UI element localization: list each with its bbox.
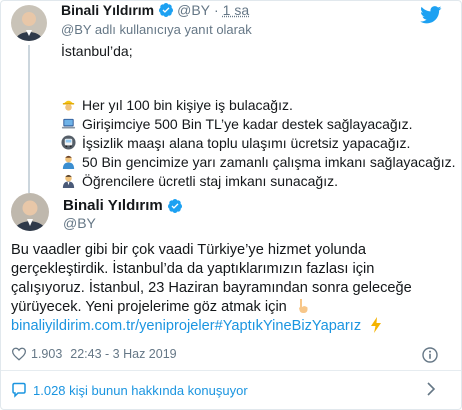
tweet-text-line: binaliyildirim.com.tr/yeniprojeler#Yaptı… [11, 317, 451, 336]
quoted-avatar[interactable] [11, 5, 47, 41]
reply-to-text: @BY adlı kullanıcıya yanıt olarak [61, 22, 252, 37]
quoted-line-4: 50 Bin gencimize yarı zamanlı çalışma im… [82, 154, 456, 170]
tweet-timestamp[interactable]: 22:43 - 3 Haz 2019 [70, 347, 176, 361]
quoted-line-intro: İstanbul’da; [61, 43, 133, 59]
speech-bubble-icon [12, 382, 26, 398]
quoted-time[interactable]: 1 sa [223, 2, 249, 18]
info-icon[interactable] [422, 347, 438, 363]
quoted-line-5: Öğrencilere ücretli staj imkanı sunacağı… [82, 173, 338, 189]
like-count[interactable]: 1.903 [31, 347, 62, 361]
bus-icon [61, 135, 76, 150]
thread-line [28, 45, 30, 193]
tweet-link[interactable]: binaliyildirim.com.tr/yeniprojeler [11, 318, 215, 334]
author-name-row: Binali Yıldırım [63, 197, 183, 214]
author-handle[interactable]: @BY [63, 215, 96, 231]
student-icon [62, 155, 75, 169]
quoted-line-2: Girişimciye 500 Bin TL’ye kadar destek s… [82, 116, 413, 132]
divider [1, 370, 461, 371]
quoted-list-item: 50 Bin gencimize yarı zamanlı çalışma im… [61, 153, 456, 171]
construction-worker-icon [62, 100, 75, 111]
quoted-list-item: İşsizlik maaşı alana toplu ulaşımı ücret… [61, 134, 410, 152]
hashtag-link[interactable]: #YaptıkYineBizYaparız [215, 318, 362, 334]
quoted-line-3: İşsizlik maaşı alana toplu ulaşımı ücret… [82, 135, 411, 151]
author-avatar[interactable] [11, 193, 49, 231]
author-name[interactable]: Binali Yıldırım [63, 197, 163, 214]
tweet-text-line: yürüyecek. Yeni projelerime göz atmak iç… [11, 298, 451, 317]
quoted-handle[interactable]: @BY [177, 2, 210, 18]
lightning-icon [371, 317, 382, 333]
separator-dot: · [214, 2, 219, 18]
pointing-down-hand-icon [298, 299, 308, 313]
heart-icon[interactable] [11, 347, 27, 361]
verified-badge-icon [167, 198, 182, 213]
tweet-text: Bu vaadler gibi bir çok vaadi Türkiye’ye… [11, 241, 451, 336]
office-worker-icon [62, 174, 75, 188]
twitter-bird-icon[interactable] [420, 6, 442, 24]
quoted-header: Binali Yıldırım @BY · 1 sa [61, 2, 249, 18]
quoted-list-item: Girişimciye 500 Bin TL’ye kadar destek s… [61, 115, 412, 133]
tweet-text-segment: yürüyecek. Yeni projelerime göz atmak iç… [11, 299, 287, 315]
tweet-card: Binali Yıldırım @BY · 1 sa @BY adlı kull… [0, 0, 462, 410]
quoted-list-item: Her yıl 100 bin kişiye iş bulacağız. [61, 96, 293, 114]
tweet-text-line: çalışıyoruz. İstanbul, 23 Haziran bayram… [11, 280, 412, 296]
quoted-line-1: Her yıl 100 bin kişiye iş bulacağız. [82, 97, 293, 113]
tweet-text-line: Bu vaadler gibi bir çok vaadi Türkiye’ye… [11, 242, 367, 258]
quoted-list-item: Öğrencilere ücretli staj imkanı sunacağı… [61, 172, 338, 190]
quoted-author-name[interactable]: Binali Yıldırım [61, 2, 154, 18]
laptop-icon [61, 118, 76, 129]
conversation-text: 1.028 kişi bunun hakkında konuşuyor [33, 382, 248, 398]
verified-badge-icon [159, 3, 174, 17]
tweet-text-line: gerçekleştirdik. İstanbul’da da yaptıkla… [11, 261, 375, 277]
conversation-link[interactable]: 1.028 kişi bunun hakkında konuşuyor [11, 382, 248, 398]
chevron-right-icon[interactable] [424, 381, 438, 397]
tweet-meta: 1.903 22:43 - 3 Haz 2019 [11, 347, 177, 361]
